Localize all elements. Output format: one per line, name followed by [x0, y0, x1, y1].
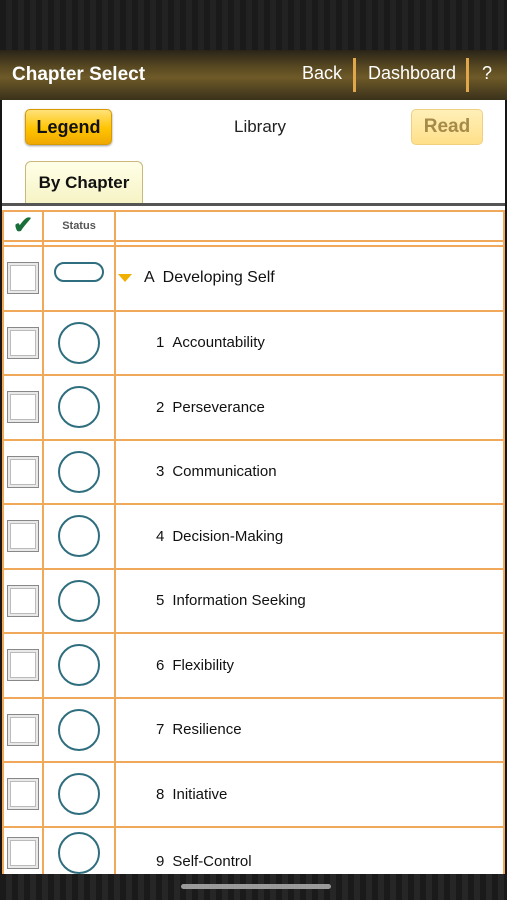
status-cell [44, 569, 116, 632]
help-button[interactable]: ? [482, 63, 492, 84]
row-checkbox-cell [4, 634, 44, 697]
chapter-title: 8 Initiative [156, 785, 228, 803]
title-cell: 5 Information Seeking [116, 570, 503, 633]
status-cell [44, 311, 116, 374]
chapter-title: 2 Perseverance [156, 398, 265, 416]
row-checkbox[interactable] [7, 262, 39, 295]
status-cell [44, 376, 116, 439]
row-checkbox-cell [4, 440, 44, 503]
section-title: A Developing Self [144, 269, 275, 287]
status-circle-icon [58, 450, 100, 493]
title-cell: 6 Flexibility [116, 634, 503, 697]
table-row[interactable]: 3 Communication [4, 440, 503, 505]
status-cell [44, 763, 116, 826]
nav-divider [466, 58, 469, 92]
row-checkbox-cell [4, 569, 44, 632]
status-circle-icon [58, 708, 100, 751]
row-checkbox[interactable] [7, 836, 39, 869]
table-row[interactable]: A Developing Self [4, 247, 503, 312]
tab-divider [2, 203, 505, 206]
title-cell: 9 Self-Control [116, 828, 503, 878]
nav-bar: Chapter Select Back Dashboard ? [0, 50, 507, 100]
row-checkbox-cell [4, 376, 44, 439]
table-row[interactable]: 4 Decision-Making [4, 505, 503, 570]
row-checkbox[interactable] [7, 713, 39, 746]
home-indicator[interactable] [181, 884, 331, 889]
row-checkbox-cell [4, 311, 44, 374]
page-title: Chapter Select [12, 64, 146, 85]
chapter-title: 9 Self-Control [156, 853, 252, 870]
table-row[interactable]: 7 Resilience [4, 698, 503, 763]
status-cell [44, 827, 116, 878]
row-checkbox[interactable] [7, 391, 39, 424]
status-circle-icon [58, 386, 100, 429]
table-row[interactable]: 5 Information Seeking [4, 569, 503, 634]
status-cell [44, 247, 116, 310]
library-label: Library [234, 117, 286, 136]
status-header: Status [44, 212, 116, 240]
row-checkbox-cell [4, 763, 44, 826]
legend-button[interactable]: Legend [25, 109, 112, 145]
row-checkbox[interactable] [7, 649, 39, 682]
row-checkbox[interactable] [7, 520, 39, 553]
row-checkbox[interactable] [7, 455, 39, 488]
status-column-label: Status [62, 220, 96, 232]
dashboard-button[interactable]: Dashboard [368, 63, 456, 84]
row-checkbox-cell [4, 247, 44, 310]
row-checkbox[interactable] [7, 778, 39, 811]
select-all-header[interactable]: ✔ [4, 212, 44, 240]
row-checkbox-cell [4, 698, 44, 761]
row-checkbox-cell [4, 827, 44, 878]
chapter-table: ✔ Status A Developing Self 1 Accountabil… [2, 210, 505, 880]
tab-by-chapter[interactable]: By Chapter [25, 161, 143, 204]
title-cell: 3 Communication [116, 441, 503, 504]
table-row[interactable]: 6 Flexibility [4, 634, 503, 699]
row-checkbox[interactable] [7, 584, 39, 617]
status-circle-icon [58, 644, 100, 687]
row-checkbox[interactable] [7, 326, 39, 359]
status-circle-icon [58, 579, 100, 622]
title-cell: 4 Decision-Making [116, 505, 503, 568]
title-cell: 7 Resilience [116, 699, 503, 762]
expand-triangle-icon[interactable] [118, 274, 132, 283]
status-circle-icon [58, 831, 100, 874]
table-row[interactable]: 2 Perseverance [4, 376, 503, 441]
chapter-title: 7 Resilience [156, 721, 242, 739]
spacer-cell [4, 242, 44, 245]
read-button[interactable]: Read [411, 109, 483, 145]
table-row[interactable]: 1 Accountability [4, 311, 503, 376]
back-button[interactable]: Back [302, 63, 342, 84]
chapter-title: 6 Flexibility [156, 656, 235, 674]
chapter-title: 3 Communication [156, 463, 277, 481]
status-cell [44, 634, 116, 697]
content-panel: Legend Library Read By Chapter ✔ Status [2, 100, 505, 880]
title-header [116, 212, 503, 240]
status-cell [44, 440, 116, 503]
title-cell: 2 Perseverance [116, 376, 503, 439]
title-cell: A Developing Self [116, 247, 503, 310]
spacer-cell [44, 242, 116, 245]
row-checkbox-cell [4, 505, 44, 568]
table-header: ✔ Status [4, 212, 503, 242]
nav-divider [353, 58, 356, 92]
chapter-title: 5 Information Seeking [156, 592, 306, 610]
status-cell [44, 505, 116, 568]
title-cell: 8 Initiative [116, 763, 503, 826]
spacer-cell [116, 242, 503, 245]
title-cell: 1 Accountability [116, 312, 503, 375]
table-row[interactable]: 9 Self-Control [4, 827, 503, 878]
chapter-title: 4 Decision-Making [156, 527, 284, 545]
checkmark-icon: ✔ [12, 212, 34, 239]
chapter-title: 1 Accountability [156, 334, 265, 352]
status-circle-icon [58, 321, 100, 364]
status-circle-icon [58, 515, 100, 558]
status-cell [44, 698, 116, 761]
status-pill-icon [54, 262, 104, 283]
status-bar [0, 0, 507, 50]
status-circle-icon [58, 773, 100, 816]
table-row[interactable]: 8 Initiative [4, 763, 503, 828]
